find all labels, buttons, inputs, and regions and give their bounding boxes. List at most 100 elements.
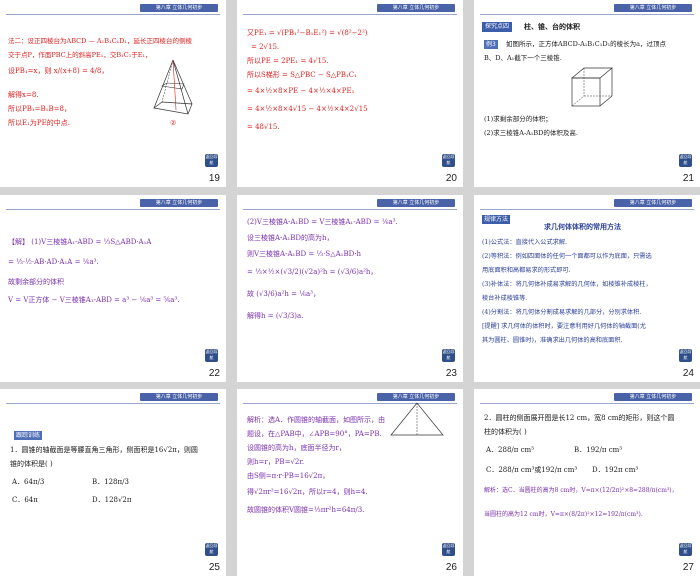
text-line: 则h=r，PB=√2r. (247, 458, 305, 466)
option-c[interactable]: C．288/π cm³或192/π cm³ (486, 465, 577, 476)
chapter-header: 第八章 立体几何初步 (140, 393, 218, 401)
practice-tag: 跟踪训练 (14, 431, 43, 440)
text-line: 所以S梯形 = S△PBC − S△PB₁C₁ (247, 71, 357, 79)
slide-26[interactable]: 第八章 立体几何初步 解析：选A．作圆锥的轴截面，如图所示，由 题设，在△PAB… (237, 389, 463, 576)
text-line: (2)V三棱锥A-A₁BD = V三棱锥A₁-ABD = ⅙a³. (247, 218, 398, 226)
text-line: 故圆锥的体积V圆锥=⅓πr²h=64π/3. (247, 506, 365, 514)
page-number: 26 (445, 562, 457, 573)
text-line: 所以PE = 2PE₁ = 4√15. (247, 57, 329, 65)
text-line: = 48√15. (247, 123, 280, 131)
chapter-header: 第八章 立体几何初步 (140, 199, 218, 207)
slide-19[interactable]: 第八章 立体几何初步 法二：设正四棱台为ABCD — A₁B₁C₁D₁，延长正四… (0, 0, 226, 187)
text-line: 法二：设正四棱台为ABCD — A₁B₁C₁D₁，延长正四棱台的侧棱 (8, 37, 192, 45)
text-line: 故 (√3/6)a²h = ⅙a³， (247, 290, 320, 298)
header-rule (243, 14, 457, 15)
nav-button[interactable]: 返回导航 (442, 154, 455, 167)
text-line: 锥的体积是( ) (10, 460, 53, 468)
slide-22[interactable]: 第八章 立体几何初步 【解】 (1)V三棱锥A₁-ABD = ⅓S△ABD·A₁… (0, 195, 226, 382)
text-line: = 4×½×8×4√15 − 4×½×4×2√15 (247, 105, 368, 113)
text-line: 2．圆柱的侧面展开图是长12 cm，宽8 cm的矩形，则这个圆 (484, 414, 675, 422)
text-line: 交于点P，作面PBC上的斜高PE₁，交B₁C₁于E₁， (8, 51, 152, 59)
method-title: 求几何体体积的常用方法 (544, 222, 621, 231)
chapter-header: 第八章 立体几何初步 (614, 4, 692, 12)
text-line: 棱台补成棱锥等. (482, 295, 528, 302)
text-line: 由S侧=π·r·PB=16√2π， (247, 472, 330, 480)
frustum-figure (153, 59, 193, 115)
text-line: = 2√15. (251, 43, 280, 51)
text-line: 故剩余部分的体积 (8, 278, 64, 286)
option-d[interactable]: D．192π cm³ (592, 465, 638, 476)
nav-button[interactable]: 返回导航 (679, 543, 692, 556)
nav-button[interactable]: 返回导航 (679, 154, 692, 167)
option-c[interactable]: C．64π (12, 495, 38, 506)
page-number: 22 (208, 368, 220, 379)
nav-button[interactable]: 返回导航 (205, 543, 218, 556)
slide-24[interactable]: 第八章 立体几何初步 规律方法 求几何体体积的常用方法 (1)公式法：直接代入公… (474, 195, 700, 382)
nav-button[interactable]: 返回导航 (679, 349, 692, 362)
text-line: 解得x=8. (8, 91, 39, 99)
slide-20[interactable]: 第八章 立体几何初步 又PE₁ = √(PB₁²−B₁E₁²) = √(8²−2… (237, 0, 463, 187)
section-title: 柱、锥、台的体积 (524, 22, 580, 31)
header-rule (6, 403, 220, 404)
option-b[interactable]: B．128π/3 (92, 477, 129, 488)
option-b[interactable]: B．192/π cm³ (574, 445, 622, 456)
method-tag: 规律方法 (482, 215, 511, 224)
text-line: = 4×½×8×PE − 4×½×4×PE₁ (247, 87, 355, 95)
text-line: 如图所示，正方体ABCD-A₁B₁C₁D₁的棱长为a，过顶点 (506, 40, 667, 48)
nav-button[interactable]: 返回导航 (442, 543, 455, 556)
chapter-header: 第八章 立体几何初步 (614, 199, 692, 207)
nav-button[interactable]: 返回导航 (205, 154, 218, 167)
text-line: B、D、A₁截下一个三棱锥. (484, 54, 562, 62)
nav-button[interactable]: 返回导航 (205, 349, 218, 362)
chapter-header: 第八章 立体几何初步 (140, 4, 218, 12)
text-line: 所以PB₁=B₁B=8， (8, 105, 71, 113)
slide-25[interactable]: 第八章 立体几何初步 跟踪训练 1．圆锥的轴截面是等腰直角三角形，侧面积是16√… (0, 389, 226, 576)
page-number: 27 (682, 562, 694, 573)
question-2: (2)求三棱锥A-A₁BD的体积及高. (484, 129, 578, 137)
header-rule (480, 209, 694, 210)
text-line: 解得h = (√3/3)a. (247, 312, 304, 320)
option-a[interactable]: A．64π/3 (12, 477, 44, 488)
page-number: 24 (682, 368, 694, 379)
page-number: 23 (445, 368, 457, 379)
text-line: (1)公式法：直接代入公式求解. (482, 239, 567, 246)
header-rule (480, 403, 694, 404)
slide-21[interactable]: 第八章 立体几何初步 探究点四 柱、锥、台的体积 例3 如图所示，正方体ABCD… (474, 0, 700, 187)
text-line: 设圆锥的高为h，底面半径为r， (247, 444, 346, 452)
chapter-header: 第八章 立体几何初步 (377, 4, 455, 12)
text-line: 设PB₁=x，则 x/(x+8) = 4/8， (8, 67, 109, 75)
option-d[interactable]: D．128√2π (92, 495, 132, 506)
text-line: 柱的体积为( ) (484, 428, 527, 436)
header-rule (6, 14, 220, 15)
text-line: 1．圆锥的轴截面是等腰直角三角形，侧面积是16√2π，则圆 (10, 446, 198, 454)
page-number: 19 (208, 173, 220, 184)
header-rule (480, 14, 694, 15)
text-line: 设三棱锥A-A₁BD的高为h， (247, 234, 334, 242)
slide-23[interactable]: 第八章 立体几何初步 (2)V三棱锥A-A₁BD = V三棱锥A₁-ABD = … (237, 195, 463, 382)
page-number: 25 (208, 562, 220, 573)
text-line: V = V正方体 − V三棱锥A₁-ABD = a³ − ⅙a³ = ⅚a³. (8, 296, 180, 304)
text-line: 当圆柱的高为12 cm时，V=π×(8/2π)²×12=192/π(cm³). (484, 511, 643, 518)
question-1: (1)求剩余部分的体积； (484, 115, 552, 123)
text-line: 解析：选A．作圆锥的轴截面，如图所示，由 (247, 416, 386, 424)
text-line: = ⅓×½×(√3/2)(√2a)²h = (√3/6)a²h， (247, 268, 378, 276)
page-number: 21 (682, 173, 694, 184)
text-line: 又PE₁ = √(PB₁²−B₁E₁²) = √(8²−2²) (247, 29, 368, 37)
example-tag: 例3 (484, 40, 498, 49)
slide-27[interactable]: 第八章 立体几何初步 2．圆柱的侧面展开图是长12 cm，宽8 cm的矩形，则这… (474, 389, 700, 576)
text-line: 得√2πr²=16√2π，所以r=4，则h=4. (247, 488, 368, 496)
text-line: = ⅓·½·AB·AD·A₁A = ⅙a³. (8, 258, 99, 266)
header-rule (243, 209, 457, 210)
page-number: 20 (445, 173, 457, 184)
text-line: (3)补体法：将几何体补成易求解的几何体，如棱锥补成棱柱， (482, 281, 652, 288)
text-line: 用底面积和高都易求的形式即可. (482, 267, 571, 274)
option-a[interactable]: A．288/π cm³ (486, 445, 534, 456)
nav-button[interactable]: 返回导航 (442, 349, 455, 362)
text-line: (4)分割法：将几何体分割成易求解的几部分，分别求体积. (482, 309, 642, 316)
text-line: 题设，在△PAB中，∠APB=90°，PA=PB. (247, 430, 382, 438)
text-line: 则V三棱锥A-A₁BD = ⅓·S△A₁BD·h (247, 250, 361, 258)
text-line: [提醒] 求几何体的体积时，要注意利用好几何体的轴截面(尤 (482, 323, 646, 330)
chapter-header: 第八章 立体几何初步 (377, 199, 455, 207)
cube-figure (571, 67, 613, 107)
text-line: 其为圆柱、圆锥时)，准确求出几何体的高和底面积. (482, 337, 623, 344)
